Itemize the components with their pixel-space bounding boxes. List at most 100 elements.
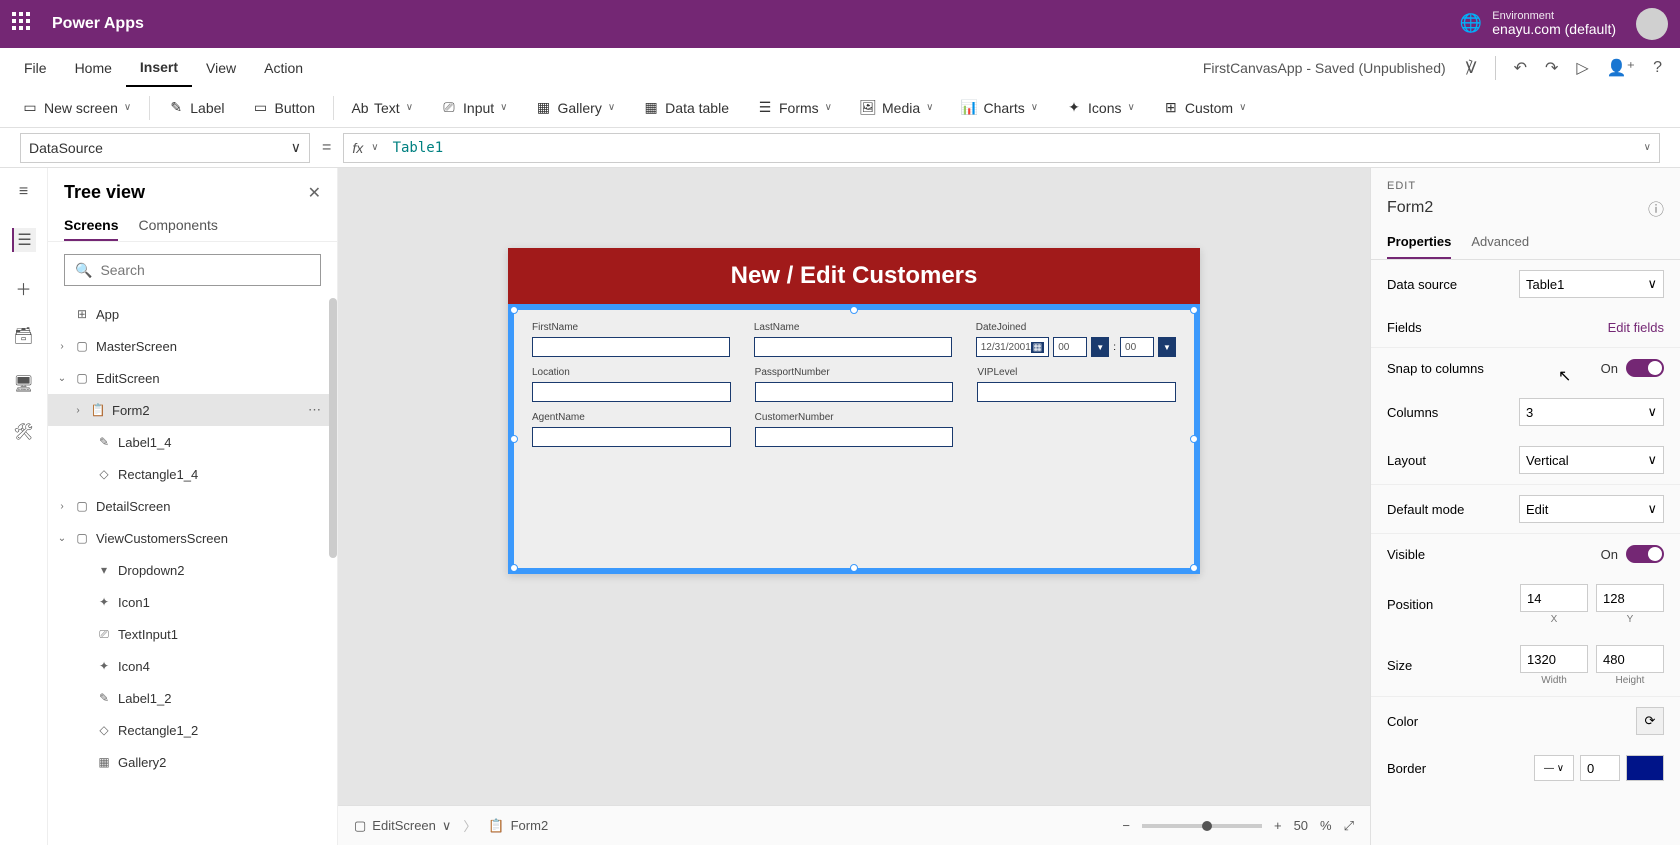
tab-screens[interactable]: Screens [64,211,118,241]
canvas-stage[interactable]: ↖ New / Edit Customers FirstName LastNam… [338,168,1370,805]
resize-handle[interactable] [510,306,518,314]
data-source-select[interactable]: Table1∨ [1519,270,1664,298]
new-screen-button[interactable]: ▭New screen∨ [10,88,143,127]
menu-home[interactable]: Home [61,48,126,87]
tree-search-input[interactable]: 🔍 Search [64,254,321,286]
width-input[interactable]: 1320 [1520,645,1588,673]
tree-node-detailscreen[interactable]: ›▢DetailScreen [48,490,331,522]
tree-node-rect14[interactable]: ◇Rectangle1_4 [48,458,331,490]
label-button[interactable]: ✎Label [156,88,236,127]
formula-input[interactable]: fx∨ Table1 ∨ [343,133,1660,163]
tree-node-app[interactable]: ⊞App [48,298,331,330]
resize-handle[interactable] [510,435,518,443]
tools-pane-icon[interactable]: 🛠 [12,420,36,444]
field-agent[interactable]: AgentName [532,412,731,447]
fit-icon[interactable]: ⤢ [1344,818,1354,834]
position-y-input[interactable]: 128 [1596,584,1664,612]
field-firstname[interactable]: FirstName [532,322,730,357]
resize-handle[interactable] [1190,306,1198,314]
resize-handle[interactable] [1190,435,1198,443]
field-datejoined[interactable]: DateJoined 12/31/2001▦ 00▼ : 00▼ [976,322,1176,357]
field-lastname[interactable]: LastName [754,322,952,357]
calendar-icon[interactable]: ▦ [1031,342,1044,353]
position-x-input[interactable]: 14 [1520,584,1588,612]
icons-menu[interactable]: ✦Icons∨ [1054,88,1147,127]
insert-pane-icon[interactable]: ＋ [12,276,36,300]
tree-node-masterscreen[interactable]: ›▢MasterScreen [48,330,331,362]
menu-file[interactable]: File [10,48,61,87]
visible-toggle[interactable] [1626,545,1664,563]
resize-handle[interactable] [850,564,858,572]
field-vip[interactable]: VIPLevel [977,367,1176,402]
default-mode-select[interactable]: Edit∨ [1519,495,1664,523]
tab-components[interactable]: Components [138,211,217,241]
hamburger-icon[interactable]: ≡ [12,180,36,204]
tree-node-viewcustomers[interactable]: ⌄▢ViewCustomersScreen [48,522,331,554]
input-menu[interactable]: ⎚Input∨ [429,88,519,127]
tree-node-gallery2[interactable]: ▦Gallery2 [48,746,331,778]
tree-node-form2[interactable]: ›📋Form2⋯ [48,394,331,426]
border-style-select[interactable]: — ∨ [1534,755,1574,781]
field-location[interactable]: Location [532,367,731,402]
media-menu[interactable]: 🖼Media∨ [848,88,945,127]
chevron-down-icon[interactable]: ▼ [1158,337,1176,357]
menu-insert[interactable]: Insert [126,48,192,87]
field-passport[interactable]: PassportNumber [755,367,954,402]
menu-view[interactable]: View [192,48,250,87]
layout-select[interactable]: Vertical∨ [1519,446,1664,474]
tab-properties[interactable]: Properties [1387,226,1451,259]
data-table-button[interactable]: ▦Data table [631,88,741,127]
expand-formula-icon[interactable]: ∨ [1644,142,1651,153]
tree-node-icon4[interactable]: ✦Icon4 [48,650,331,682]
resize-handle[interactable] [510,564,518,572]
height-input[interactable]: 480 [1596,645,1664,673]
resize-handle[interactable] [850,306,858,314]
zoom-in-button[interactable]: + [1274,818,1282,833]
play-icon[interactable]: ▷ [1576,58,1588,78]
zoom-out-button[interactable]: − [1122,818,1130,833]
close-icon[interactable]: ✕ [308,183,321,203]
tree-node-rect12[interactable]: ◇Rectangle1_2 [48,714,331,746]
chevron-down-icon[interactable]: ▼ [1091,337,1109,357]
tree-node-icon1[interactable]: ✦Icon1 [48,586,331,618]
help-icon[interactable]: ? [1653,59,1662,77]
charts-menu[interactable]: 📊Charts∨ [949,88,1050,127]
share-icon[interactable]: 👤⁺ [1607,58,1635,78]
redo-icon[interactable]: ↷ [1545,58,1558,78]
help-icon[interactable]: ⓘ [1648,196,1664,220]
tree-node-dropdown2[interactable]: ▾Dropdown2 [48,554,331,586]
tree-node-label12[interactable]: ✎Label1_2 [48,682,331,714]
checker-icon[interactable]: ℣ [1466,58,1477,78]
tree-node-label14[interactable]: ✎Label1_4 [48,426,331,458]
resize-handle[interactable] [1190,564,1198,572]
menu-action[interactable]: Action [250,48,317,87]
border-color-picker[interactable] [1626,755,1664,781]
avatar[interactable] [1636,8,1668,40]
button-button[interactable]: ▭Button [241,88,327,127]
zoom-slider[interactable] [1142,824,1262,828]
snap-toggle[interactable] [1626,359,1664,377]
forms-menu[interactable]: ☰Forms∨ [745,88,844,127]
tab-advanced[interactable]: Advanced [1471,226,1529,259]
gallery-menu[interactable]: ▦Gallery∨ [523,88,627,127]
waffle-icon[interactable] [12,12,36,36]
columns-select[interactable]: 3∨ [1519,398,1664,426]
environment-picker[interactable]: 🌐 Environment enayu.com (default) [1460,10,1616,37]
scrollbar[interactable] [329,298,337,558]
more-icon[interactable]: ⋯ [308,402,323,418]
custom-menu[interactable]: ⊞Custom∨ [1151,88,1259,127]
color-picker[interactable]: ⟳ [1636,707,1664,735]
breadcrumb-form[interactable]: 📋Form2 [488,818,548,834]
breadcrumb-screen[interactable]: ▢EditScreen∨ [354,818,451,834]
field-custnum[interactable]: CustomerNumber [755,412,954,447]
tree-view-icon[interactable]: ☰ [12,228,36,252]
undo-icon[interactable]: ↶ [1514,58,1527,78]
form2-selected[interactable]: FirstName LastName DateJoined 12/31/2001… [508,304,1200,574]
edit-fields-link[interactable]: Edit fields [1608,320,1664,335]
property-selector[interactable]: DataSource∨ [20,133,310,163]
tree-node-editscreen[interactable]: ⌄▢EditScreen [48,362,331,394]
text-menu[interactable]: AbText∨ [340,88,425,127]
tree-node-textinput1[interactable]: ⎚TextInput1 [48,618,331,650]
media-pane-icon[interactable]: 🖥 [12,372,36,396]
data-pane-icon[interactable]: 🗃 [12,324,36,348]
